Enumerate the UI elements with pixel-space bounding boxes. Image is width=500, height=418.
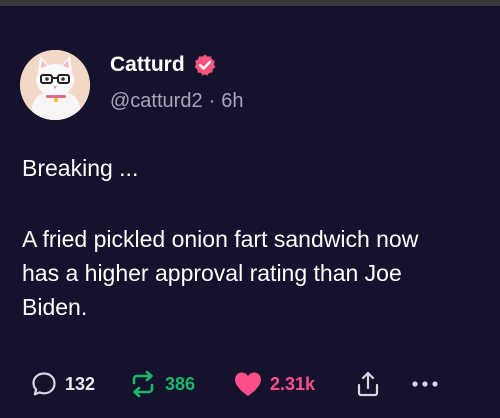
post-text-line: Breaking ...: [22, 155, 139, 181]
repost-arrows-icon: [132, 370, 154, 398]
reply-button[interactable]: 132: [30, 364, 95, 404]
cat-avatar-icon: [20, 50, 90, 120]
like-count: 2.31k: [270, 373, 316, 394]
avatar[interactable]: [20, 50, 90, 120]
author-handle[interactable]: @catturd2: [110, 90, 203, 113]
share-icon: [357, 371, 379, 397]
post-card: Catturd @catturd2 · 6h Breaking ... A fr…: [0, 6, 500, 418]
more-dots-icon: [412, 381, 438, 387]
chat-bubble-icon: [32, 372, 56, 396]
post-text-line: has a higher approval rating than Joe: [22, 260, 402, 286]
heart-icon: [235, 372, 261, 396]
verified-badge-icon: [193, 53, 217, 77]
post-text-line: Biden.: [22, 294, 88, 320]
reply-count: 132: [65, 373, 96, 394]
post-actions-bar: 132 386 2.31k: [0, 364, 500, 404]
post-text-line: A fried pickled onion fart sandwich now: [22, 226, 419, 252]
author-meta: @catturd2 · 6h: [110, 90, 244, 113]
post-text-paragraph: A fried pickled onion fart sandwich now …: [22, 222, 482, 324]
post-timestamp[interactable]: 6h: [221, 90, 243, 113]
repost-count: 386: [165, 373, 196, 394]
meta-separator: ·: [208, 90, 216, 112]
author-name-row: Catturd: [110, 50, 217, 80]
repost-button[interactable]: 386: [128, 364, 195, 404]
like-button[interactable]: 2.31k: [233, 364, 315, 404]
author-display-name[interactable]: Catturd: [110, 53, 185, 77]
share-button[interactable]: [355, 364, 381, 404]
more-options-button[interactable]: [410, 364, 440, 404]
